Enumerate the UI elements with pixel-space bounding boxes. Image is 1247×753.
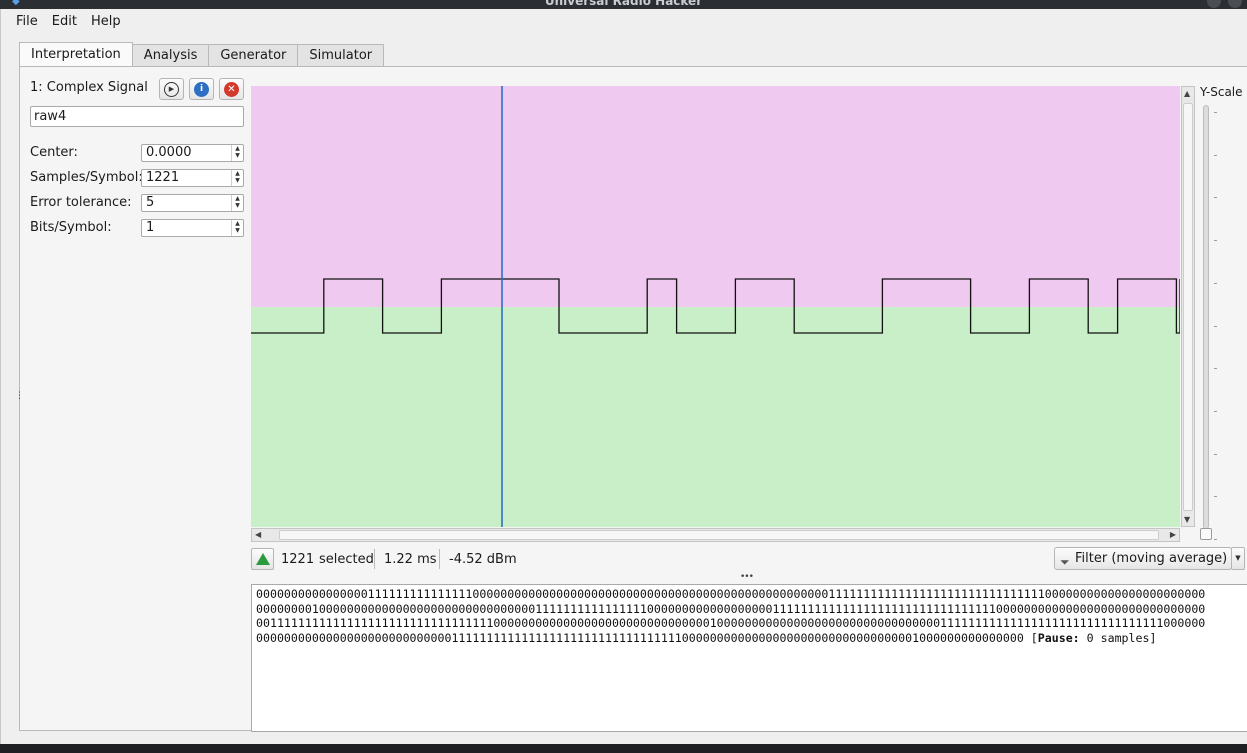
play-button[interactable]: ▶ [159,78,184,100]
horizontal-scroll-thumb[interactable] [279,530,1159,540]
selected-label: selected [319,552,374,567]
spin-arrows-icon[interactable]: ▲ ▼ [231,195,243,211]
filter-dropdown-button[interactable]: ▼ [1231,547,1245,570]
scroll-left-icon[interactable]: ◀ [255,530,261,539]
pause-label: Pause: [1037,630,1080,645]
plot-lower-region [251,307,1180,527]
selection-duration: 1.22 ms [384,552,437,567]
splitter-handle-icon[interactable]: ••• [740,572,754,582]
y-scale-tick [1214,240,1217,242]
tab-interpretation[interactable]: Interpretation [19,42,133,66]
samples-label: Samples/Symbol: [30,170,143,185]
filter-icon: ⏷ [1060,555,1070,569]
close-signal-button[interactable]: ✕ [219,78,244,100]
center-label: Center: [30,145,78,160]
main-window: File Edit Help Interpretation Analysis G… [0,9,1247,746]
selected-count: 1221 [281,552,315,567]
signal-header: 1: Complex Signal ▶ i ✕ [30,78,245,100]
plot-upper-region [251,86,1180,307]
signal-plot[interactable] [251,86,1180,527]
y-scale-tick [1214,410,1217,412]
tab-generator[interactable]: Generator [208,44,299,66]
y-scale-handle[interactable] [1200,528,1212,540]
center-value: 0.0000 [146,145,192,160]
spin-arrows-icon[interactable]: ▲ ▼ [231,220,243,236]
plot-vertical-scrollbar[interactable]: ▲ ▼ [1181,86,1195,527]
y-scale-label: Y-Scale [1200,85,1243,99]
plot-horizontal-scrollbar[interactable]: ◀ ▶ [251,528,1180,542]
menu-edit[interactable]: Edit [45,14,84,29]
info-icon: i [194,81,209,97]
separator [439,549,440,569]
bits-line-last: 0000000000000000000000000000111111111111… [256,631,1244,646]
signal-name-input[interactable]: raw4 [30,106,244,127]
arrow-up-icon [255,553,270,565]
main-tabs: Interpretation Analysis Generator Simula… [19,42,385,66]
bits-line: 0000000000000000111111111111111000000000… [256,587,1206,601]
demodulated-bits-view[interactable]: 0000000000000000111111111111111000000000… [251,584,1247,732]
y-scale-tick [1214,112,1217,113]
samples-spinbox[interactable]: 1221 ▲ ▼ [141,169,244,187]
menu-bar: File Edit Help [1,9,1247,33]
bits-line-tail: 0000000000000000000000000000111111111111… [256,630,1024,645]
y-scale-tick [1214,453,1217,455]
y-scale-tick [1214,325,1217,327]
bits-line: 0000000010000000000000000000000000000000… [256,601,1206,616]
spin-arrows-icon[interactable]: ▲ ▼ [231,145,243,161]
interpretation-pane: 1: Complex Signal ▶ i ✕ raw4 Center: 0.0… [19,66,1247,732]
tolerance-spinbox[interactable]: 5 ▲ ▼ [141,194,244,212]
pause-value: 0 samples] [1079,630,1157,645]
pause-prefix: [ [1023,630,1038,645]
tolerance-field: Error tolerance: 5 ▲ ▼ [30,194,245,212]
bits-label: Bits/Symbol: [30,220,112,235]
side-panel-handle-icon[interactable]: ⋮ [15,391,24,401]
bits-spinbox[interactable]: 1 ▲ ▼ [141,219,244,237]
separator [374,549,375,569]
y-scale-tick [1214,154,1217,156]
vertical-scroll-thumb[interactable] [1183,103,1193,511]
y-scale-tick [1214,496,1217,498]
play-icon: ▶ [164,81,179,97]
signal-plot-canvas[interactable] [251,86,1180,527]
samples-value: 1221 [146,170,180,185]
menu-help[interactable]: Help [84,14,128,29]
menu-file[interactable]: File [9,14,45,29]
spin-arrows-icon[interactable]: ▲ ▼ [231,170,243,186]
y-scale-slider[interactable] [1203,105,1209,529]
bits-line: 0011111111111111111111111111111111000000… [256,616,1206,630]
bottom-bar [0,744,1247,753]
bits-field: Bits/Symbol: 1 ▲ ▼ [30,219,245,237]
center-field: Center: 0.0000 ▲ ▼ [30,144,245,162]
center-spinbox[interactable]: 0.0000 ▲ ▼ [141,144,244,162]
tolerance-value: 5 [146,195,155,210]
show-selection-button[interactable] [251,548,274,570]
bits-value: 1 [146,220,155,235]
filter-button[interactable]: ⏷ Filter (moving average) [1054,547,1232,570]
tab-simulator[interactable]: Simulator [297,44,385,66]
samples-field: Samples/Symbol: 1221 ▲ ▼ [30,169,245,187]
filter-label: Filter (moving average) [1075,551,1228,566]
y-scale-tick [1214,539,1217,540]
scroll-right-icon[interactable]: ▶ [1170,530,1176,539]
scroll-down-icon[interactable]: ▼ [1184,515,1190,524]
y-scale-tick [1214,197,1217,199]
scroll-up-icon[interactable]: ▲ [1184,89,1190,98]
title-bar: ◆ Universal Radio Hacker [0,0,1247,9]
signal-title: 1: Complex Signal [30,80,148,95]
tab-analysis[interactable]: Analysis [131,44,210,66]
y-scale-tick [1214,282,1217,284]
y-scale-tick [1214,368,1217,370]
tolerance-label: Error tolerance: [30,195,132,210]
selection-power: -4.52 dBm [449,552,517,567]
signal-settings-panel: 1: Complex Signal ▶ i ✕ raw4 Center: 0.0… [20,67,250,730]
selection-status-bar: 1221 selected 1.22 ms -4.52 dBm ⏷ Filter… [251,547,1247,572]
close-icon: ✕ [224,81,239,97]
window-title: Universal Radio Hacker [544,0,703,8]
info-button[interactable]: i [189,78,214,100]
